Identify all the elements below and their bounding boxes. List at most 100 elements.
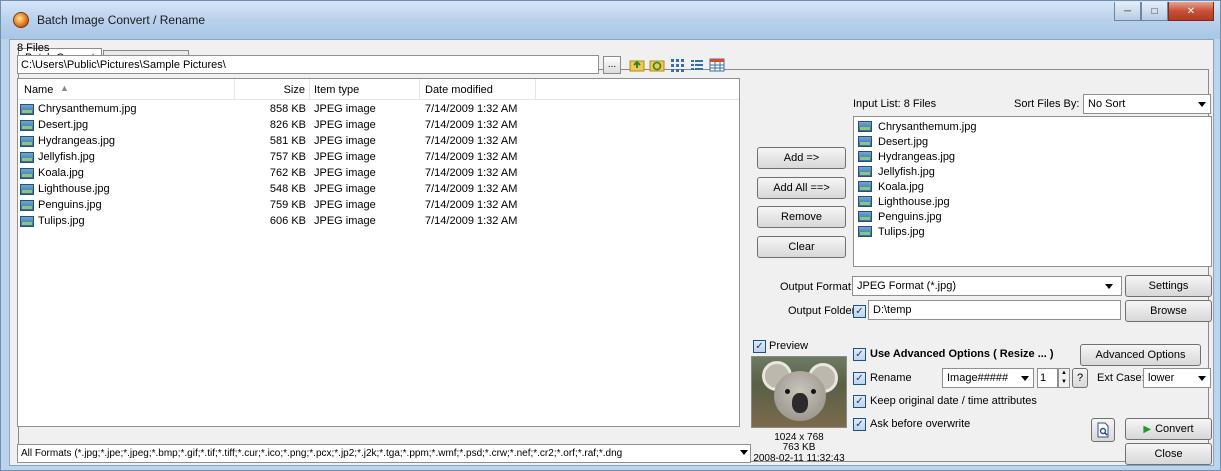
- keep-date-label: Keep original date / time attributes: [870, 395, 1037, 407]
- add-all-button[interactable]: Add All ==>: [757, 177, 846, 199]
- keep-date-checkbox[interactable]: ✓: [853, 395, 866, 408]
- preview-image: [751, 356, 847, 428]
- ask-overwrite-checkbox[interactable]: ✓: [853, 418, 866, 431]
- add-button[interactable]: Add =>: [757, 147, 846, 169]
- file-name: Lighthouse.jpg: [38, 183, 110, 195]
- up-folder-icon[interactable]: [628, 56, 646, 74]
- preview-output-button[interactable]: [1091, 418, 1115, 442]
- image-file-icon: [858, 151, 872, 162]
- rename-pattern-value: Image#####: [947, 372, 1009, 384]
- preview-date: 2008-02-11 11:32:43: [753, 453, 845, 464]
- file-date: 7/14/2009 1:32 AM: [425, 199, 518, 211]
- help-button[interactable]: ?: [1072, 368, 1088, 388]
- rename-start-input[interactable]: 1: [1037, 368, 1058, 388]
- thumbnail-view-icon[interactable]: [668, 56, 686, 74]
- file-list[interactable]: Name ▲ Size Item type Date modified Chry…: [17, 78, 740, 427]
- output-format-label: Output Format:: [780, 281, 854, 293]
- image-file-icon: [858, 211, 872, 222]
- file-date: 7/14/2009 1:32 AM: [425, 151, 518, 163]
- close-button[interactable]: Close: [1125, 443, 1212, 465]
- use-advanced-label: Use Advanced Options ( Resize ... ): [870, 348, 1054, 360]
- file-name: Jellyfish.jpg: [38, 151, 95, 163]
- column-name[interactable]: Name ▲: [18, 79, 235, 100]
- rename-pattern-select[interactable]: Image#####: [942, 368, 1034, 388]
- file-row[interactable]: Penguins.jpg 759 KB JPEG image 7/14/2009 1:…: [18, 198, 739, 214]
- preview-checkbox[interactable]: ✓: [753, 340, 766, 353]
- list-view-icon[interactable]: [688, 56, 706, 74]
- chevron-down-icon: [1198, 376, 1206, 381]
- file-row[interactable]: Hydrangeas.jpg 581 KB JPEG image 7/14/2009 …: [18, 134, 739, 150]
- output-folder-checkbox[interactable]: ✓: [853, 305, 866, 318]
- details-view-icon[interactable]: [708, 56, 726, 74]
- input-list[interactable]: Chrysanthemum.jpg Desert.jpg Hydrangeas.jp…: [853, 116, 1212, 267]
- output-folder-value: D:\temp: [873, 304, 912, 316]
- file-type: JPEG image: [314, 135, 376, 147]
- rename-checkbox[interactable]: ✓: [853, 372, 866, 385]
- ext-case-select[interactable]: lower: [1143, 368, 1211, 388]
- close-window-button[interactable]: ✕: [1168, 2, 1214, 21]
- image-file-icon: [858, 196, 872, 207]
- path-input[interactable]: C:\Users\Public\Pictures\Sample Pictures…: [17, 55, 599, 74]
- image-file-icon: [20, 136, 34, 147]
- image-file-icon: [858, 136, 872, 147]
- document-search-icon: [1097, 422, 1109, 438]
- column-size[interactable]: Size: [235, 79, 310, 100]
- file-type: JPEG image: [314, 183, 376, 195]
- file-size: 548 KB: [269, 183, 306, 195]
- output-format-select[interactable]: JPEG Format (*.jpg): [852, 276, 1122, 296]
- convert-button[interactable]: ▶ Convert: [1125, 418, 1212, 440]
- file-row[interactable]: Chrysanthemum.jpg 858 KB JPEG image 7/14/20…: [18, 102, 739, 118]
- file-date: 7/14/2009 1:32 AM: [425, 119, 518, 131]
- clear-button[interactable]: Clear: [757, 236, 846, 258]
- minimize-button[interactable]: ─: [1114, 2, 1141, 21]
- maximize-button[interactable]: □: [1141, 2, 1168, 21]
- browse-path-button[interactable]: ...: [603, 56, 621, 74]
- image-file-icon: [858, 226, 872, 237]
- file-name: Hydrangeas.jpg: [38, 135, 116, 147]
- file-row[interactable]: Koala.jpg 762 KB JPEG image 7/14/2009 1:32 …: [18, 166, 739, 182]
- preview-filesize: 763 KB: [782, 442, 816, 453]
- file-type: JPEG image: [314, 119, 376, 131]
- ask-overwrite-label: Ask before overwrite: [870, 418, 971, 430]
- file-date: 7/14/2009 1:32 AM: [425, 103, 518, 115]
- advanced-options-button[interactable]: Advanced Options: [1080, 344, 1201, 366]
- file-size: 759 KB: [269, 199, 306, 211]
- file-name: Tulips.jpg: [38, 215, 85, 227]
- input-file-name: Tulips.jpg: [878, 226, 925, 238]
- settings-button[interactable]: Settings: [1125, 275, 1212, 297]
- file-row[interactable]: Tulips.jpg 606 KB JPEG image 7/14/2009 1:32…: [18, 214, 739, 230]
- file-row[interactable]: Desert.jpg 826 KB JPEG image 7/14/2009 1:32…: [18, 118, 739, 134]
- file-row[interactable]: Lighthouse.jpg 548 KB JPEG image 7/14/2009 …: [18, 182, 739, 198]
- file-name: Penguins.jpg: [38, 199, 102, 211]
- sort-arrow-icon: ▲: [60, 83, 69, 93]
- output-folder-input[interactable]: D:\temp: [868, 300, 1121, 320]
- file-name: Chrysanthemum.jpg: [38, 103, 137, 115]
- file-size: 826 KB: [269, 119, 306, 131]
- column-date-modified[interactable]: Date modified: [420, 79, 536, 100]
- file-name: Koala.jpg: [38, 167, 84, 179]
- sort-select[interactable]: No Sort: [1083, 94, 1211, 114]
- play-icon: ▶: [1143, 423, 1152, 435]
- sort-value: No Sort: [1088, 98, 1126, 110]
- image-file-icon: [20, 200, 34, 211]
- file-row[interactable]: Jellyfish.jpg 757 KB JPEG image 7/14/2009 1…: [18, 150, 739, 166]
- column-item-type[interactable]: Item type: [310, 79, 420, 100]
- refresh-folder-icon[interactable]: [648, 56, 666, 74]
- remove-button[interactable]: Remove: [757, 206, 846, 228]
- format-filter-select[interactable]: All Formats (*.jpg;*.jpe;*.jpeg;*.bmp;*.…: [17, 444, 751, 463]
- input-file-name: Penguins.jpg: [878, 211, 942, 223]
- title-bar[interactable]: Batch Image Convert / Rename ─ □ ✕: [1, 1, 1220, 39]
- rename-start-stepper[interactable]: ▲ ▼: [1058, 368, 1070, 388]
- input-file-name: Desert.jpg: [878, 136, 929, 148]
- file-type: JPEG image: [314, 199, 376, 211]
- rename-label: Rename: [870, 372, 912, 384]
- image-file-icon: [858, 166, 872, 177]
- input-file-name: Lighthouse.jpg: [878, 196, 950, 208]
- file-date: 7/14/2009 1:32 AM: [425, 215, 518, 227]
- input-file-name: Koala.jpg: [878, 181, 924, 193]
- window-title: Batch Image Convert / Rename: [37, 13, 206, 27]
- ext-case-label: Ext Case:: [1097, 372, 1145, 384]
- browse-button[interactable]: Browse: [1125, 300, 1212, 322]
- advanced-options-checkbox[interactable]: ✓: [853, 348, 866, 361]
- rename-start-value: 1: [1040, 372, 1047, 384]
